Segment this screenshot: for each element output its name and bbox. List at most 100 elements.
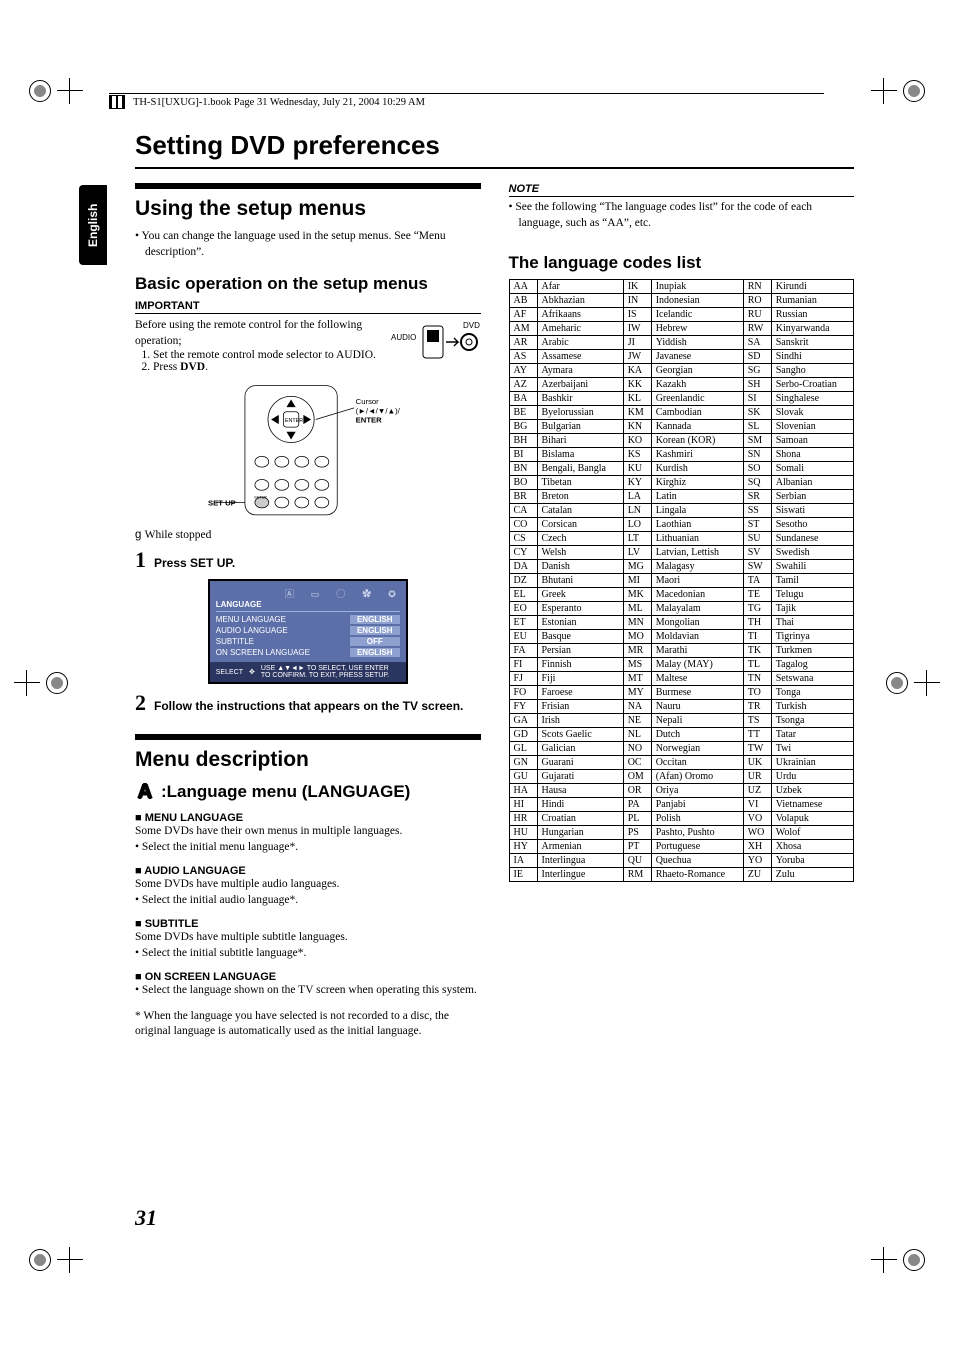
audio-label: AUDIO: [391, 333, 416, 342]
lang-code: UZ: [743, 784, 771, 798]
lang-name: Esperanto: [537, 602, 623, 616]
lang-code: SW: [743, 560, 771, 574]
lang-code: TL: [743, 658, 771, 672]
lang-name: Mongolian: [651, 616, 743, 630]
lang-name: Pashto, Pushto: [651, 826, 743, 840]
menu-language-desc: Some DVDs have their own menus in multip…: [135, 824, 481, 840]
lang-name: Sanskrit: [771, 336, 853, 350]
lang-name: Serbian: [771, 490, 853, 504]
language-menu-heading: :Language menu (LANGUAGE): [135, 782, 481, 802]
lang-code: DA: [509, 560, 537, 574]
lang-code: QU: [623, 854, 651, 868]
language-tab: English: [79, 185, 107, 265]
lang-code: IN: [623, 294, 651, 308]
lang-code: HU: [509, 826, 537, 840]
lang-code: SV: [743, 546, 771, 560]
lang-code: KO: [623, 434, 651, 448]
lang-name: Catalan: [537, 504, 623, 518]
lang-name: Indonesian: [651, 294, 743, 308]
lang-code: AA: [509, 280, 537, 294]
lang-code: PA: [623, 798, 651, 812]
lang-code: PL: [623, 812, 651, 826]
lang-name: Ukrainian: [771, 756, 853, 770]
print-header: TH-S1[UXUG]-1.book Page 31 Wednesday, Ju…: [109, 93, 824, 109]
lang-name: Gujarati: [537, 770, 623, 784]
important-steps: Set the remote control mode selector to …: [135, 349, 381, 373]
table-row: ELGreekMKMacedonianTETelugu: [509, 588, 854, 602]
lang-code: TI: [743, 630, 771, 644]
step-number: 2: [135, 690, 146, 716]
lang-name: Persian: [537, 644, 623, 658]
lang-name: Abkhazian: [537, 294, 623, 308]
table-row: BABashkirKLGreenlandicSISinghalese: [509, 392, 854, 406]
lang-code: KU: [623, 462, 651, 476]
table-row: BGBulgarianKNKannadaSLSlovenian: [509, 420, 854, 434]
svg-text:ENTER: ENTER: [285, 418, 303, 424]
svg-text:SET UP: SET UP: [208, 499, 236, 508]
lang-code: CA: [509, 504, 537, 518]
lang-name: Malagasy: [651, 560, 743, 574]
lang-code: SM: [743, 434, 771, 448]
lang-code: KL: [623, 392, 651, 406]
lang-name: Inupiak: [651, 280, 743, 294]
lang-code: GN: [509, 756, 537, 770]
lang-name: Lingala: [651, 504, 743, 518]
lang-code: MR: [623, 644, 651, 658]
lang-name: Bashkir: [537, 392, 623, 406]
table-row: CSCzechLTLithuanianSUSundanese: [509, 532, 854, 546]
lang-name: Basque: [537, 630, 623, 644]
lang-name: Tajik: [771, 602, 853, 616]
lang-code: JW: [623, 350, 651, 364]
lang-code: BG: [509, 420, 537, 434]
lang-name: Swedish: [771, 546, 853, 560]
lang-name: Scots Gaelic: [537, 728, 623, 742]
lang-code: TG: [743, 602, 771, 616]
lang-code: UK: [743, 756, 771, 770]
lang-name: Latin: [651, 490, 743, 504]
lang-code: NA: [623, 700, 651, 714]
lang-name: Cambodian: [651, 406, 743, 420]
lang-code: VI: [743, 798, 771, 812]
lang-code: TS: [743, 714, 771, 728]
lang-name: Hungarian: [537, 826, 623, 840]
table-row: ARArabicJIYiddishSASanskrit: [509, 336, 854, 350]
lang-name: Icelandic: [651, 308, 743, 322]
lang-code: MI: [623, 574, 651, 588]
lang-name: Burmese: [651, 686, 743, 700]
lang-name: Dutch: [651, 728, 743, 742]
table-row: AMAmeharicIWHebrewRWKinyarwanda: [509, 322, 854, 336]
mode-selector-diagram: AUDIO DVD: [391, 318, 481, 373]
lang-name: Serbo-Croatian: [771, 378, 853, 392]
lang-name: Portuguese: [651, 840, 743, 854]
lang-code: LO: [623, 518, 651, 532]
lang-name: Tagalog: [771, 658, 853, 672]
lang-code: TH: [743, 616, 771, 630]
svg-text:ENTER: ENTER: [355, 416, 382, 425]
lang-code: KK: [623, 378, 651, 392]
intro-bullet: You can change the language used in the …: [135, 229, 481, 260]
lang-code: LA: [623, 490, 651, 504]
table-row: FAPersianMRMarathiTKTurkmen: [509, 644, 854, 658]
lang-name: Norwegian: [651, 742, 743, 756]
table-row: BHBihariKOKorean (KOR)SMSamoan: [509, 434, 854, 448]
lang-name: Moldavian: [651, 630, 743, 644]
lang-code: MG: [623, 560, 651, 574]
section-using-setup: Using the setup menus: [135, 183, 481, 221]
lang-code: GU: [509, 770, 537, 784]
lang-code: PT: [623, 840, 651, 854]
important-step: Press DVD.: [153, 361, 381, 373]
lang-name: Faroese: [537, 686, 623, 700]
lang-name: Occitan: [651, 756, 743, 770]
lang-code: HR: [509, 812, 537, 826]
lang-name: Kurdish: [651, 462, 743, 476]
lang-code: ZU: [743, 868, 771, 882]
lang-code: KS: [623, 448, 651, 462]
lang-name: Kirghiz: [651, 476, 743, 490]
lang-code: MK: [623, 588, 651, 602]
table-row: DZBhutaniMIMaoriTATamil: [509, 574, 854, 588]
table-row: AZAzerbaijaniKKKazakhSHSerbo-Croatian: [509, 378, 854, 392]
lang-code: SG: [743, 364, 771, 378]
lang-code: HI: [509, 798, 537, 812]
while-stopped: While stopped: [135, 528, 481, 544]
setup-screen-diagram: 🄰 ▭ ◯ ✿ ✪ LANGUAGE MENU LANGUAGEENGLISHA…: [208, 579, 408, 684]
